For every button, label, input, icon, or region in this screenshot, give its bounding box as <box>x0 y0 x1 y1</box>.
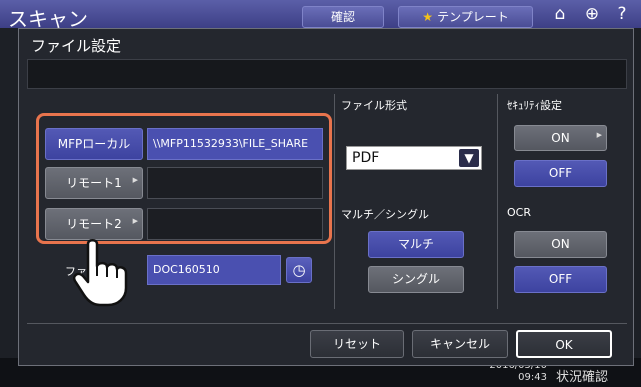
security-on-button[interactable]: ON ▶ <box>514 125 607 151</box>
time: 09:43 <box>518 372 547 383</box>
highlight-frame <box>36 113 332 244</box>
file-format-label: ファイル形式 <box>341 99 407 112</box>
status-check-button[interactable]: 状況確認 <box>556 366 608 385</box>
security-label: ｾｷｭﾘﾃｨ設定 <box>507 99 562 112</box>
template-button[interactable]: ★ テンプレート <box>398 6 533 28</box>
divider <box>334 94 335 309</box>
cancel-button[interactable]: キャンセル <box>412 330 508 358</box>
file-name-field[interactable]: DOC160510 <box>147 255 281 285</box>
ocr-off-button[interactable]: OFF <box>514 266 607 293</box>
clock-icon[interactable]: ◷ <box>286 257 312 283</box>
dialog-title: ファイル設定 <box>31 37 122 55</box>
globe-icon[interactable]: ⊕ <box>580 3 604 25</box>
submenu-arrow-icon: ▶ <box>596 131 602 139</box>
message-bar <box>27 59 627 89</box>
help-icon[interactable]: ? <box>610 3 634 25</box>
ocr-on-button[interactable]: ON <box>514 231 607 258</box>
ok-button[interactable]: OK <box>516 330 612 358</box>
single-button[interactable]: シングル <box>368 266 464 293</box>
security-on-label: ON <box>551 131 570 145</box>
divider <box>27 323 627 324</box>
divider <box>497 94 498 309</box>
ocr-label: OCR <box>507 206 531 219</box>
chevron-down-icon[interactable]: ▼ <box>459 149 479 167</box>
pointing-hand-icon <box>73 239 128 307</box>
security-off-button[interactable]: OFF <box>514 160 607 187</box>
file-format-select[interactable]: PDF ▼ <box>346 146 482 170</box>
file-format-value: PDF <box>352 150 380 166</box>
confirm-button[interactable]: 確認 <box>302 6 384 28</box>
star-icon: ★ <box>422 10 434 24</box>
home-icon[interactable]: ⌂ <box>548 3 572 25</box>
reset-button[interactable]: リセット <box>310 330 404 358</box>
template-label: テンプレート <box>437 10 509 24</box>
multi-single-label: マルチ／シングル <box>341 208 429 221</box>
multi-button[interactable]: マルチ <box>368 231 464 258</box>
app-header: スキャン 確認 ★ テンプレート ⌂ ⊕ ? <box>0 0 641 31</box>
